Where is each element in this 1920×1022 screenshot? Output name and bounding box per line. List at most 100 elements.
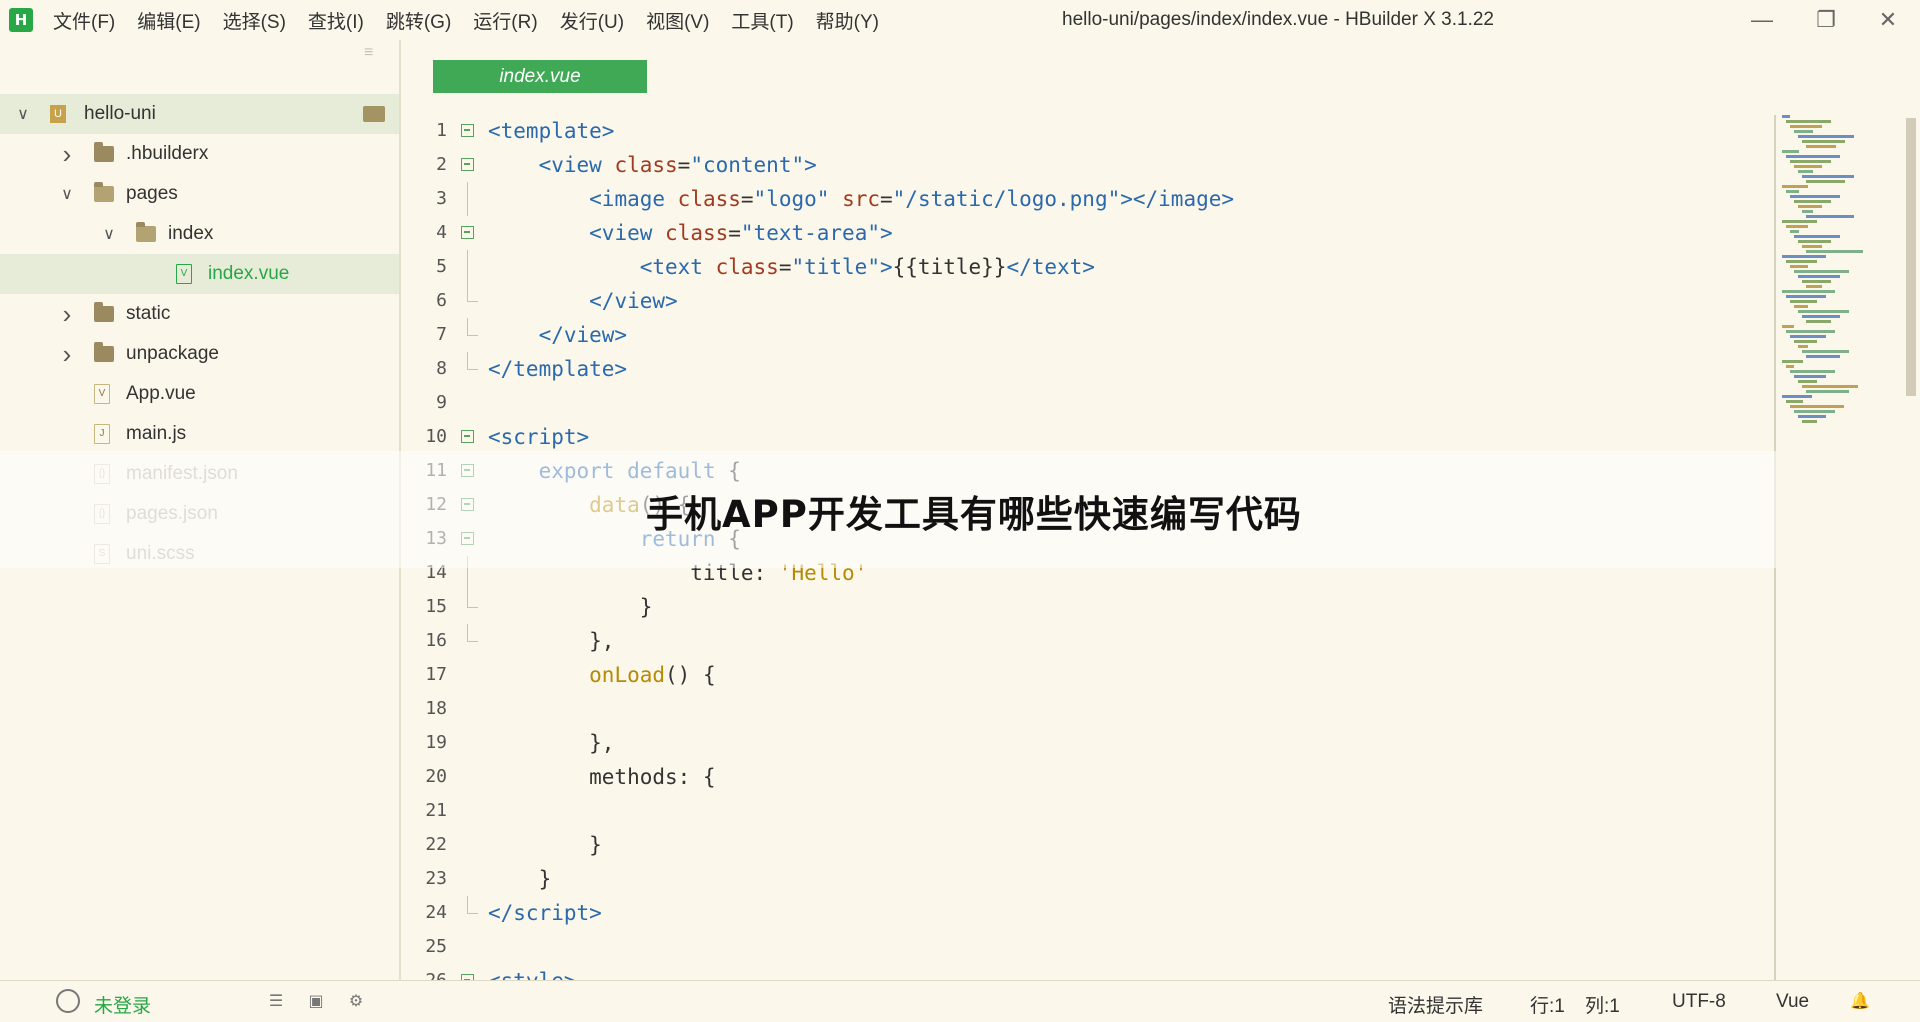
code-line[interactable]: 17 onLoad() { bbox=[401, 658, 1771, 692]
tree-item[interactable]: › static bbox=[0, 294, 399, 334]
code-line[interactable]: 20 methods: { bbox=[401, 760, 1771, 794]
menu-item[interactable]: 编辑(E) bbox=[137, 7, 200, 34]
tree-item[interactable]: V App.vue bbox=[0, 374, 399, 414]
chevron-down-icon[interactable]: ∨ bbox=[14, 104, 32, 124]
chevron-right-icon[interactable]: › bbox=[58, 299, 76, 330]
menu-item[interactable]: 发行(U) bbox=[560, 7, 624, 34]
code-line[interactable]: 22 } bbox=[401, 828, 1771, 862]
list-icon[interactable]: ☰ bbox=[266, 991, 286, 1010]
code-line[interactable]: 10 <script> bbox=[401, 420, 1771, 454]
fold-toggle-icon[interactable] bbox=[461, 430, 474, 443]
line-number: 10 bbox=[425, 426, 447, 447]
close-icon[interactable]: ✕ bbox=[1868, 4, 1908, 36]
menu-item[interactable]: 查找(I) bbox=[308, 7, 364, 34]
cursor-row[interactable]: 行:1 bbox=[1530, 991, 1565, 1018]
code-line[interactable]: 3 <image class="logo" src="/static/logo.… bbox=[401, 182, 1771, 216]
code-text: }, bbox=[488, 629, 615, 653]
folder-open-icon bbox=[136, 222, 156, 242]
tree-item[interactable]: ∨ pages bbox=[0, 174, 399, 214]
line-number: 23 bbox=[425, 868, 447, 889]
menu-item[interactable]: 选择(S) bbox=[223, 7, 286, 34]
restore-icon[interactable]: ❐ bbox=[1806, 4, 1846, 36]
minimap-line bbox=[1786, 365, 1794, 368]
fold-toggle-icon[interactable] bbox=[461, 226, 474, 239]
folder-icon bbox=[94, 302, 114, 322]
minimap-line bbox=[1802, 350, 1849, 353]
tree-item[interactable]: › unpackage bbox=[0, 334, 399, 374]
menu-item[interactable]: 运行(R) bbox=[473, 7, 537, 34]
folder-icon bbox=[94, 342, 114, 362]
terminal-icon[interactable]: ▣ bbox=[306, 991, 326, 1010]
chevron-down-icon[interactable]: ∨ bbox=[100, 224, 118, 244]
minimap-line bbox=[1790, 195, 1840, 198]
menu-item[interactable]: 工具(T) bbox=[731, 7, 793, 34]
menu-item[interactable]: 视图(V) bbox=[646, 7, 709, 34]
user-avatar-icon[interactable] bbox=[56, 989, 80, 1013]
code-line[interactable]: 6 </view> bbox=[401, 284, 1771, 318]
syntax-library-link[interactable]: 语法提示库 bbox=[1388, 991, 1483, 1018]
sidebar-menu-icon[interactable]: ≡ bbox=[364, 44, 373, 62]
minimap-line bbox=[1798, 310, 1849, 313]
minimap-line bbox=[1786, 330, 1835, 333]
tree-item[interactable]: › .hbuilderx bbox=[0, 134, 399, 174]
code-line[interactable]: 7 </view> bbox=[401, 318, 1771, 352]
chevron-down-icon[interactable]: ∨ bbox=[58, 184, 76, 204]
minimap-line bbox=[1790, 265, 1808, 268]
chevron-right-icon[interactable]: › bbox=[58, 339, 76, 370]
minimap-line bbox=[1798, 170, 1813, 173]
vue-file-icon: V bbox=[94, 384, 110, 404]
code-line[interactable]: 1 <template> bbox=[401, 114, 1771, 148]
open-folder-icon[interactable] bbox=[363, 106, 385, 122]
code-line[interactable]: 15 } bbox=[401, 590, 1771, 624]
tree-item[interactable]: ∨ index bbox=[0, 214, 399, 254]
line-number: 19 bbox=[425, 732, 447, 753]
code-line[interactable]: 19 }, bbox=[401, 726, 1771, 760]
login-status[interactable]: 未登录 bbox=[94, 991, 151, 1018]
code-line[interactable]: 9 bbox=[401, 386, 1771, 420]
minimap[interactable] bbox=[1776, 115, 1916, 425]
code-line[interactable]: 8 </template> bbox=[401, 352, 1771, 386]
code-line[interactable]: 21 bbox=[401, 794, 1771, 828]
code-line[interactable]: 5 <text class="title">{{title}}</text> bbox=[401, 250, 1771, 284]
js-file-icon: J bbox=[94, 424, 110, 444]
code-line[interactable]: 4 <view class="text-area"> bbox=[401, 216, 1771, 250]
cursor-col[interactable]: 列:1 bbox=[1585, 991, 1620, 1018]
fold-guide bbox=[467, 250, 468, 284]
tree-item[interactable]: Jmain.js bbox=[0, 414, 399, 454]
fold-toggle-icon[interactable] bbox=[461, 158, 474, 171]
code-line[interactable]: 25 bbox=[401, 930, 1771, 964]
encoding-label[interactable]: UTF-8 bbox=[1672, 991, 1726, 1013]
code-line[interactable]: 23 } bbox=[401, 862, 1771, 896]
minimap-line bbox=[1798, 345, 1808, 348]
code-line[interactable]: 16 }, bbox=[401, 624, 1771, 658]
line-number: 5 bbox=[436, 256, 447, 277]
tree-item-label: main.js bbox=[126, 423, 187, 444]
browser-icon[interactable]: ⚙ bbox=[346, 991, 366, 1010]
chevron-right-icon[interactable]: › bbox=[58, 139, 76, 170]
minimap-line bbox=[1806, 390, 1849, 393]
fold-guide bbox=[467, 318, 478, 336]
minimap-line bbox=[1790, 300, 1817, 303]
line-number: 24 bbox=[425, 902, 447, 923]
menu-item[interactable]: 文件(F) bbox=[53, 7, 115, 34]
line-number: 18 bbox=[425, 698, 447, 719]
minimap-line bbox=[1790, 335, 1826, 338]
menu-item[interactable]: 帮助(Y) bbox=[816, 7, 879, 34]
code-line[interactable]: 2 <view class="content"> bbox=[401, 148, 1771, 182]
menu-item[interactable]: 跳转(G) bbox=[386, 7, 451, 34]
minimap-line bbox=[1786, 120, 1831, 123]
fold-toggle-icon[interactable] bbox=[461, 124, 474, 137]
minimize-icon[interactable]: — bbox=[1742, 4, 1782, 36]
tree-item[interactable]: ∨ Uhello-uni bbox=[0, 94, 399, 134]
bell-icon[interactable]: 🔔 bbox=[1850, 991, 1870, 1010]
language-mode[interactable]: Vue bbox=[1776, 991, 1809, 1013]
fold-guide bbox=[467, 182, 468, 216]
minimap-line bbox=[1782, 255, 1826, 258]
code-line[interactable]: 24 </script> bbox=[401, 896, 1771, 930]
tree-item-label: index.vue bbox=[208, 263, 290, 284]
code-line[interactable]: 18 bbox=[401, 692, 1771, 726]
tab-index-vue[interactable]: index.vue bbox=[433, 60, 647, 93]
editor-scrollbar[interactable] bbox=[1906, 118, 1916, 396]
tree-item[interactable]: Vindex.vue bbox=[0, 254, 399, 294]
fold-guide bbox=[467, 352, 478, 370]
